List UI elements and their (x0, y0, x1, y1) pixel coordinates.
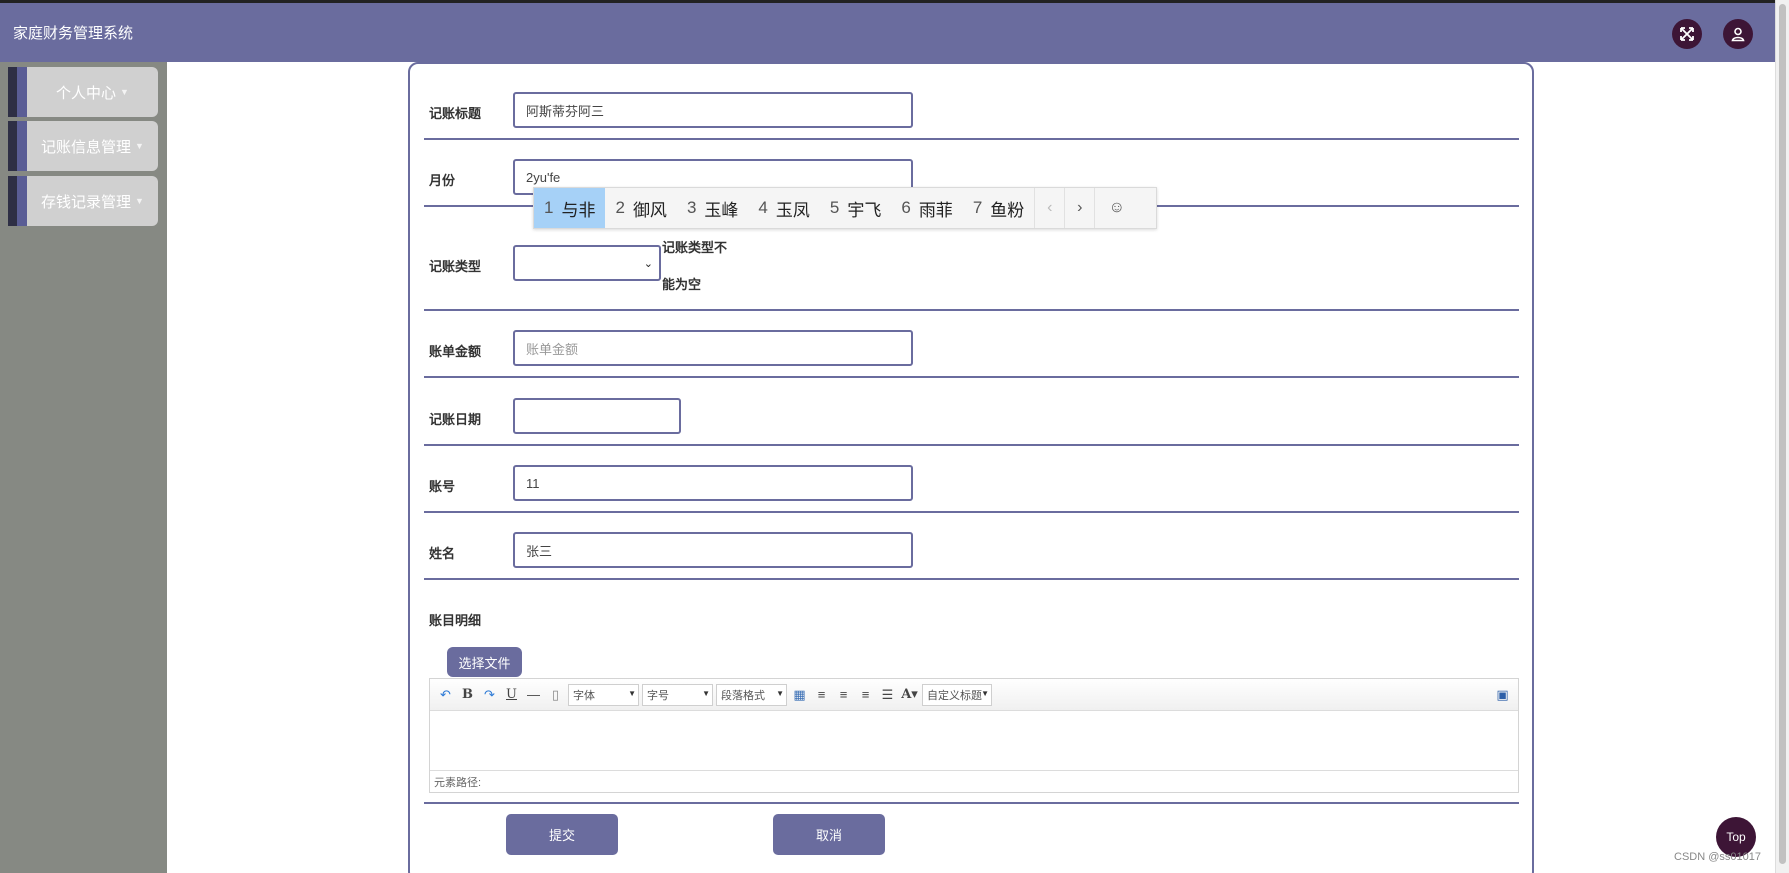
title-input[interactable]: 阿斯蒂芬阿三 (513, 92, 913, 128)
ime-candidate[interactable]: 6 雨菲 (891, 188, 962, 228)
underline-icon[interactable]: U (502, 685, 521, 705)
font-size-select[interactable]: 字号 ▼ (642, 683, 713, 706)
fullscreen-editor-icon[interactable]: ▣ (1493, 685, 1512, 705)
align-right-icon[interactable]: ≡ (834, 685, 853, 705)
type-select[interactable]: ⌄ (513, 245, 661, 281)
sidebar-item-label: 存钱记录管理 (41, 193, 132, 211)
document-icon[interactable]: ▯ (546, 685, 565, 705)
type-error-message: 记账类型不 (662, 240, 728, 255)
scrollbar-thumb[interactable] (1779, 4, 1786, 864)
dropdown-icon: ▼ (981, 688, 989, 698)
name-label: 姓名 (429, 546, 456, 561)
type-error-message: 能为空 (662, 277, 702, 292)
sidebar-item-savings-records[interactable]: 存钱记录管理 ▼ (8, 176, 158, 226)
editor-content-area[interactable] (430, 711, 1518, 770)
app-title: 家庭财务管理系统 (13, 25, 134, 42)
redo-icon[interactable]: ↷ (480, 685, 499, 705)
ime-next-page-icon[interactable]: › (1064, 188, 1094, 228)
date-label: 记账日期 (429, 412, 482, 427)
cancel-button[interactable]: 取消 (773, 814, 885, 855)
bold-icon[interactable]: B (458, 685, 477, 705)
ime-candidate[interactable]: 1 与非 (534, 188, 606, 228)
name-input[interactable]: 张三 (513, 532, 913, 568)
ime-candidate[interactable]: 7 鱼粉 (963, 188, 1034, 228)
row-divider (424, 444, 1519, 446)
watermark: CSDN @ss01017 (1674, 851, 1761, 863)
undo-icon[interactable]: ↶ (436, 685, 455, 705)
dropdown-icon: ▼ (776, 688, 784, 698)
submit-button[interactable]: 提交 (506, 814, 618, 855)
ime-prev-page-icon[interactable]: ‹ (1034, 188, 1064, 228)
row-divider (424, 511, 1519, 513)
row-divider (424, 376, 1519, 378)
rich-text-editor: ↶ B ↷ U — ▯ 字体 ▼ 字号 ▼ 段落格式 ▼ ▦ ≡ ≡ ≡ ☰ A▾ 自… (429, 678, 1519, 793)
month-label: 月份 (429, 173, 456, 188)
choose-file-button[interactable]: 选择文件 (447, 647, 522, 677)
account-input[interactable]: 11 (513, 465, 913, 501)
amount-input[interactable]: 账单金额 (513, 330, 913, 366)
paragraph-format-select[interactable]: 段落格式 ▼ (716, 683, 787, 706)
user-button[interactable] (1723, 19, 1753, 49)
align-center-icon[interactable]: ≡ (856, 685, 875, 705)
ime-emoji-icon[interactable]: ☺ (1094, 188, 1138, 228)
align-justify-icon[interactable]: ☰ (878, 685, 897, 705)
ime-candidate[interactable]: 4 玉凤 (748, 188, 819, 228)
chevron-down-icon: ⌄ (643, 258, 653, 270)
sidebar: 个人中心 ▼ 记账信息管理 ▼ 存钱记录管理 ▼ (0, 62, 167, 873)
row-divider (424, 802, 1519, 804)
ime-candidate-popup: 1 与非 2 御风 3 玉峰 4 玉凤 5 宇飞 6 雨菲 7 鱼粉 ‹ › ☺ (533, 187, 1157, 229)
ime-candidate[interactable]: 3 玉峰 (677, 188, 748, 228)
account-label: 账号 (429, 479, 456, 494)
row-divider (424, 578, 1519, 580)
top-header: 家庭财务管理系统 (0, 0, 1775, 62)
page-scrollbar[interactable] (1775, 0, 1789, 873)
caret-down-icon: ▼ (120, 87, 129, 97)
row-divider (424, 309, 1519, 311)
caret-down-icon: ▼ (135, 141, 144, 151)
font-family-select[interactable]: 字体 ▼ (568, 683, 639, 706)
sidebar-item-label: 个人中心 (56, 84, 117, 102)
dropdown-icon: ▼ (702, 688, 710, 698)
caret-down-icon: ▼ (135, 196, 144, 206)
date-input[interactable] (513, 398, 681, 434)
align-left-icon[interactable]: ≡ (812, 685, 831, 705)
ime-candidate[interactable]: 5 宇飞 (820, 188, 891, 228)
sidebar-item-accounting-info[interactable]: 记账信息管理 ▼ (8, 121, 158, 171)
type-label: 记账类型 (429, 259, 482, 274)
dropdown-icon: ▼ (628, 688, 636, 698)
ime-candidate[interactable]: 2 御风 (605, 188, 676, 228)
font-color-icon[interactable]: A▾ (900, 685, 919, 705)
sidebar-item-label: 记账信息管理 (41, 138, 132, 156)
user-icon (1731, 27, 1745, 42)
row-divider (424, 138, 1519, 140)
amount-label: 账单金额 (429, 344, 482, 359)
detail-label: 账目明细 (429, 613, 482, 628)
table-icon[interactable]: ▦ (790, 685, 809, 705)
horizontal-rule-icon[interactable]: — (524, 685, 543, 705)
custom-title-select[interactable]: 自定义标题 ▼ (922, 683, 992, 706)
editor-toolbar: ↶ B ↷ U — ▯ 字体 ▼ 字号 ▼ 段落格式 ▼ ▦ ≡ ≡ ≡ ☰ A▾ 自… (430, 679, 1518, 711)
element-path-bar: 元素路径: (430, 770, 1518, 792)
sidebar-item-personal-center[interactable]: 个人中心 ▼ (8, 67, 158, 117)
expand-icon (1680, 27, 1694, 41)
title-label: 记账标题 (429, 106, 482, 121)
fullscreen-button[interactable] (1672, 19, 1702, 49)
